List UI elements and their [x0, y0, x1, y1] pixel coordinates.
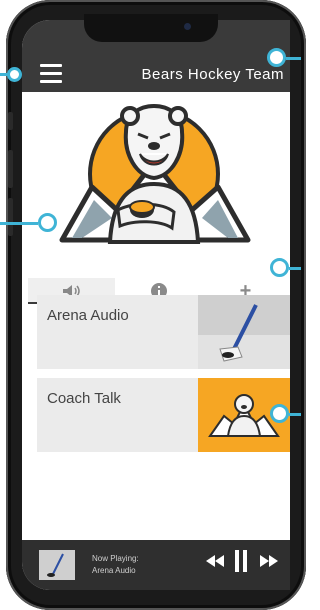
card-label: Coach Talk: [47, 390, 121, 407]
callout-line: [0, 222, 38, 225]
now-playing-track: Arena Audio: [92, 566, 136, 575]
mute-switch: [8, 112, 13, 130]
now-playing-label: Now Playing:: [92, 554, 139, 563]
callout-marker: [270, 258, 289, 277]
callout-line: [289, 267, 301, 270]
callout-marker: [38, 213, 57, 232]
now-playing-thumbnail: [39, 550, 75, 580]
app-screen: Bears Hockey Team + Arena Audio Coach Ta…: [22, 20, 290, 590]
list-item-arena-audio[interactable]: Arena Audio: [37, 295, 290, 369]
hamburger-menu-icon[interactable]: [40, 64, 62, 83]
now-playing-text: Now Playing: Arena Audio: [92, 553, 139, 577]
rewind-icon[interactable]: [206, 554, 224, 572]
hero-carousel[interactable]: [22, 92, 290, 341]
bear-logo: [59, 103, 251, 244]
fast-forward-icon[interactable]: [260, 554, 278, 572]
volume-down-button: [8, 198, 13, 236]
pause-icon[interactable]: [234, 550, 248, 577]
volume-up-button: [8, 150, 13, 188]
phone-notch: [84, 14, 218, 42]
callout-marker: [7, 67, 22, 82]
callout-marker: [270, 404, 289, 423]
callout-marker: [267, 48, 286, 67]
list-item-coach-talk[interactable]: Coach Talk: [37, 378, 290, 452]
hockey-stick-puck-photo: [198, 295, 290, 369]
callout-line: [289, 413, 301, 416]
callout-line: [286, 57, 301, 60]
page-title: Bears Hockey Team: [141, 66, 284, 83]
card-label: Arena Audio: [47, 307, 129, 324]
front-camera: [184, 23, 191, 30]
now-playing-bar[interactable]: Now Playing: Arena Audio: [22, 540, 290, 590]
